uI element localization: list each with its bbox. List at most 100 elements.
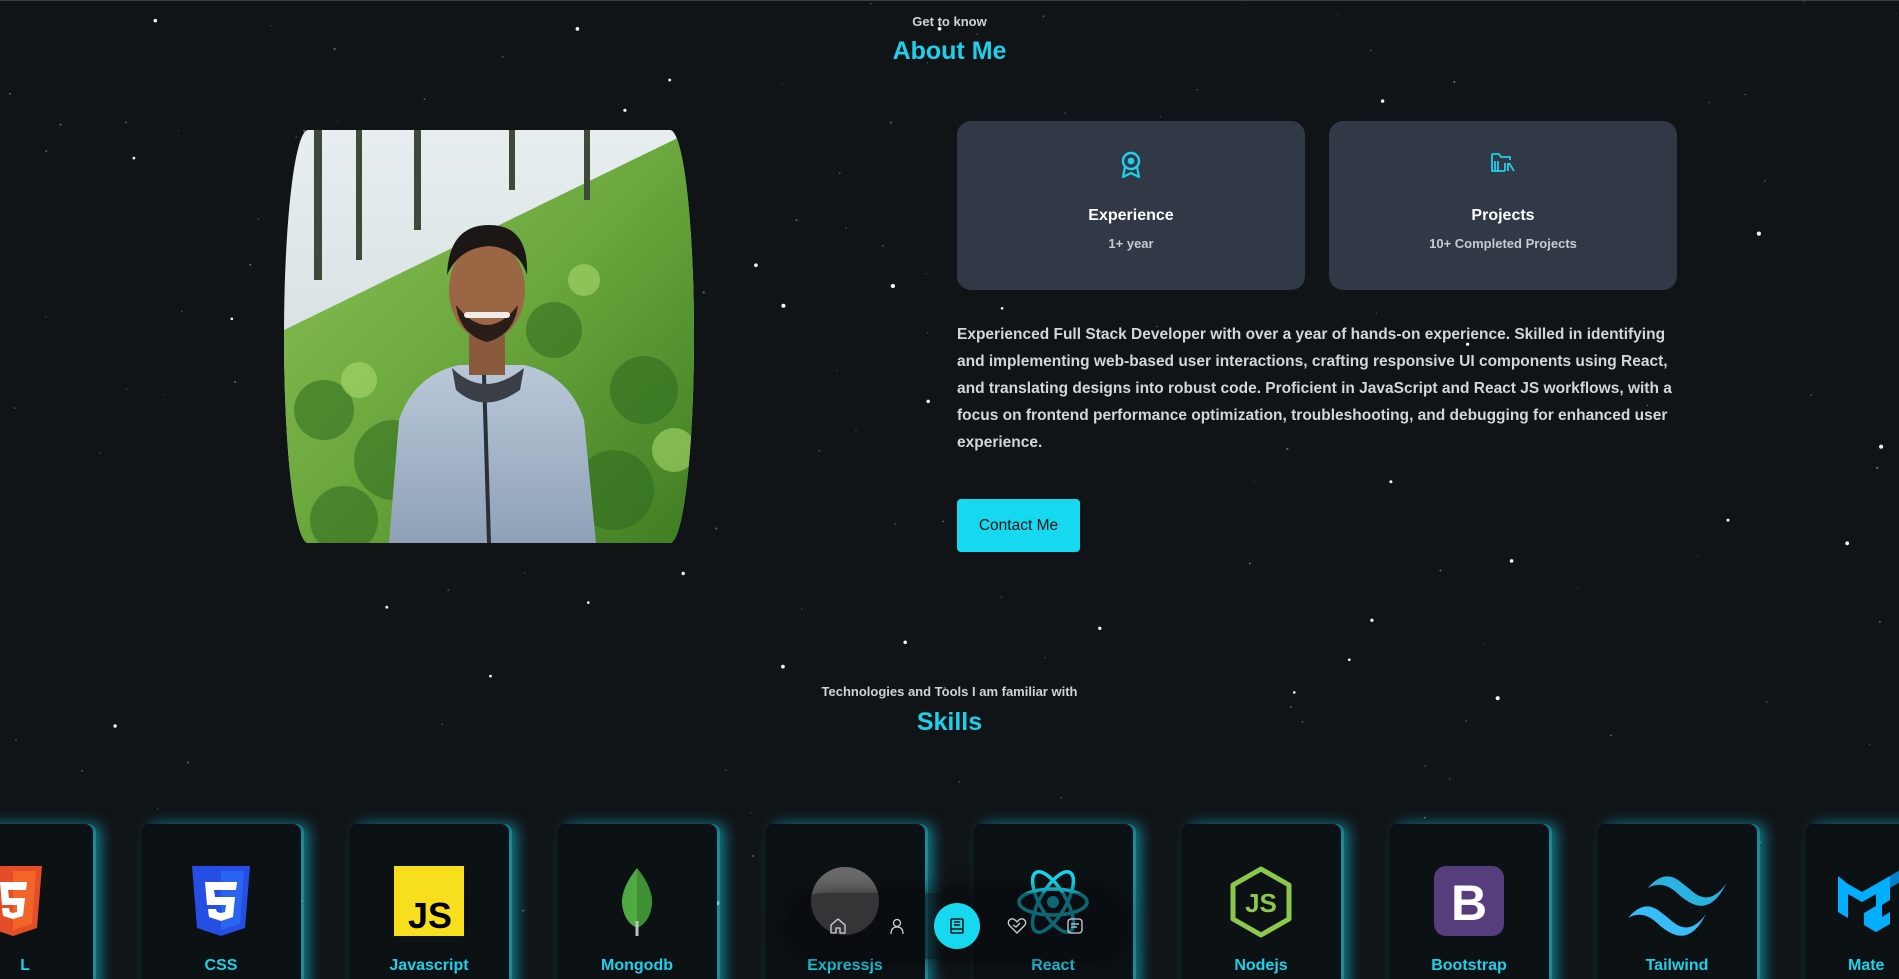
star	[925, 273, 927, 275]
star	[423, 98, 426, 101]
skill-card-nodejs: JS Nodejs	[1181, 824, 1341, 979]
star	[818, 449, 821, 452]
skills-title: Skills	[916, 708, 983, 736]
profile-photo-image	[284, 130, 694, 543]
star	[489, 674, 492, 678]
star	[1845, 541, 1850, 546]
star	[927, 332, 929, 334]
nav-home[interactable]	[817, 905, 859, 947]
star	[234, 381, 237, 383]
star	[1159, 115, 1161, 118]
star	[1868, 743, 1871, 746]
html-icon	[0, 866, 42, 936]
star	[1763, 179, 1766, 182]
skill-card-mongodb: Mongodb	[557, 824, 717, 979]
star	[125, 121, 128, 124]
star	[855, 429, 857, 431]
star	[13, 407, 16, 409]
star	[903, 640, 907, 645]
star	[1439, 569, 1442, 572]
star	[1756, 231, 1761, 236]
star	[59, 123, 62, 126]
skill-name-css: CSS	[204, 957, 238, 974]
contact-me-button[interactable]: Contact Me	[957, 499, 1080, 552]
star	[132, 156, 136, 160]
about-title: About Me	[892, 37, 1007, 65]
star	[125, 388, 128, 390]
star	[894, 523, 897, 526]
skill-card-bootstrap: B Bootstrap	[1389, 824, 1549, 979]
star	[1509, 559, 1514, 563]
star	[781, 83, 784, 85]
user-icon	[890, 918, 904, 935]
skill-card-css: CSS	[141, 824, 301, 979]
skill-card-tailwind: Tailwind	[1597, 824, 1757, 979]
star	[1803, 1, 1805, 3]
skill-card-material-ui: Mate	[1805, 824, 1899, 979]
css-icon	[192, 866, 250, 936]
star	[1000, 596, 1002, 599]
svg-text:B: B	[1451, 875, 1487, 931]
star	[725, 769, 727, 771]
skill-name-mongodb: Mongodb	[601, 957, 673, 974]
star	[1876, 466, 1879, 469]
message-icon	[1067, 918, 1083, 934]
star	[1254, 480, 1256, 482]
star	[1000, 306, 1004, 310]
star	[1380, 99, 1385, 103]
star	[45, 150, 48, 153]
star	[1483, 643, 1485, 645]
star	[958, 780, 960, 783]
star	[586, 601, 590, 604]
skill-name-bootstrap: Bootstrap	[1431, 957, 1507, 974]
svg-text:JS: JS	[1245, 888, 1277, 918]
star	[1424, 765, 1427, 767]
star	[869, 2, 872, 5]
projects-card: Projects 10+ Completed Projects	[1329, 121, 1677, 290]
nav-about[interactable]	[876, 905, 918, 947]
material-ui-icon	[1838, 870, 1899, 932]
star	[752, 855, 755, 857]
star	[1726, 518, 1730, 522]
skill-name-tailwind: Tailwind	[1645, 957, 1709, 974]
star	[230, 317, 234, 321]
star	[623, 108, 627, 112]
award-icon	[1121, 151, 1141, 179]
skill-name-material-ui: Mate	[1848, 957, 1885, 974]
javascript-icon: JS	[394, 866, 464, 936]
star	[447, 589, 449, 592]
page: Get to know About Me Experience 1+ year …	[0, 0, 1899, 979]
star	[1453, 80, 1456, 83]
skill-name-react: React	[1031, 957, 1075, 974]
star	[1064, 112, 1066, 114]
about-description: Experienced Full Stack Developer with ov…	[957, 326, 1672, 451]
svg-text:JS: JS	[408, 895, 452, 936]
projects-card-value: 10+ Completed Projects	[1429, 236, 1577, 251]
experience-card-title: Experience	[1088, 207, 1174, 224]
skill-name-expressjs: Expressjs	[807, 957, 883, 974]
star	[295, 136, 297, 138]
nav-contact[interactable]	[1054, 905, 1096, 947]
star	[1370, 618, 1374, 622]
star	[301, 900, 304, 902]
bottom-nav	[790, 893, 1124, 959]
star	[836, 369, 838, 371]
skill-card-javascript: JS Javascript	[349, 824, 509, 979]
star	[1810, 394, 1813, 397]
nav-services[interactable]	[996, 905, 1038, 947]
nav-experience[interactable]	[934, 903, 980, 949]
star	[177, 130, 179, 132]
home-icon	[830, 918, 846, 934]
star	[181, 310, 183, 312]
star	[890, 283, 896, 289]
tailwind-icon	[1628, 876, 1726, 936]
star	[1196, 88, 1198, 91]
star	[524, 572, 526, 574]
star	[249, 263, 252, 266]
star	[1242, 7, 1244, 9]
skill-card-html: L	[0, 824, 93, 979]
star	[1759, 841, 1762, 844]
skill-name-nodejs: Nodejs	[1234, 957, 1288, 974]
star	[942, 520, 944, 523]
star	[15, 739, 17, 742]
